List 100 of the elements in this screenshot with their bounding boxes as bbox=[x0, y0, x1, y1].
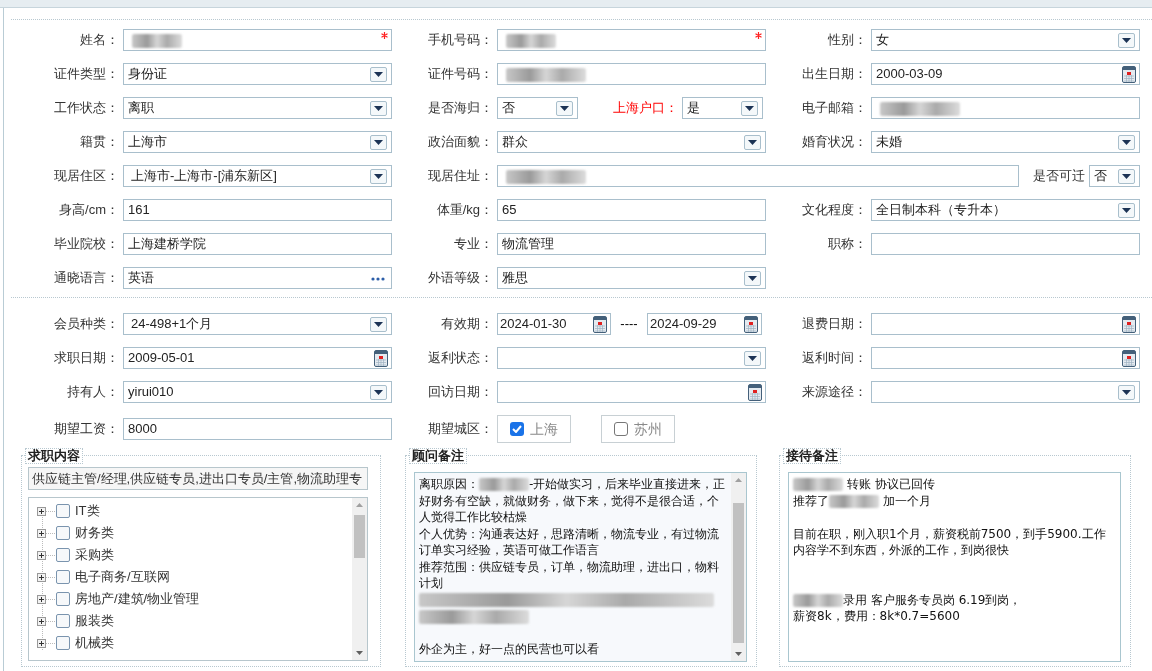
field-label: 手机号码： bbox=[428, 31, 493, 50]
field-label: 专业： bbox=[454, 235, 493, 254]
checkbox[interactable] bbox=[56, 504, 70, 518]
field-label: 回访日期： bbox=[428, 383, 493, 402]
field-label: 籍贯： bbox=[80, 133, 119, 152]
checkbox[interactable] bbox=[56, 526, 70, 540]
text-field[interactable]: 上海建桥学院 bbox=[123, 233, 392, 255]
field-label: 是否海归： bbox=[428, 99, 493, 118]
job-content-field[interactable]: 供应链主管/经理,供应链专员,进出口专员/主管,物流助理专 bbox=[28, 467, 368, 490]
calendar-icon[interactable] bbox=[744, 316, 758, 333]
select-field[interactable] bbox=[497, 347, 766, 369]
select-field[interactable]: 群众 bbox=[497, 131, 766, 153]
text-field[interactable] bbox=[871, 233, 1140, 255]
calendar-icon[interactable] bbox=[748, 384, 762, 401]
expand-icon[interactable] bbox=[37, 528, 46, 538]
text-field[interactable] bbox=[123, 29, 392, 51]
date-field[interactable]: 2009-05-01 bbox=[123, 347, 392, 369]
select-field[interactable]: 24-498+1个月 bbox=[123, 313, 392, 335]
expand-icon[interactable] bbox=[37, 506, 46, 516]
select-field[interactable]: 离职 bbox=[123, 97, 392, 119]
more-icon[interactable] bbox=[371, 277, 385, 281]
field-label: 上海户口： bbox=[613, 99, 678, 118]
checkbox-option[interactable]: 上海 bbox=[497, 415, 571, 443]
scrollbar-thumb[interactable] bbox=[354, 515, 365, 558]
tree-item-label[interactable]: 财务类 bbox=[75, 523, 114, 543]
calendar-icon[interactable] bbox=[1122, 350, 1136, 367]
date-field[interactable] bbox=[871, 313, 1140, 335]
date-field[interactable]: 2000-03-09 bbox=[871, 63, 1140, 85]
field-label: 期望工资： bbox=[54, 420, 119, 439]
checkbox[interactable] bbox=[56, 570, 70, 584]
field-label: 毕业院校： bbox=[54, 235, 119, 254]
text-field[interactable] bbox=[871, 97, 1140, 119]
checkbox[interactable] bbox=[56, 592, 70, 606]
tree-item-label[interactable]: 房地产/建筑/物业管理 bbox=[75, 589, 200, 609]
select-field[interactable]: 雅思 bbox=[497, 267, 766, 289]
blurred-text bbox=[793, 593, 843, 607]
expand-icon[interactable] bbox=[37, 594, 46, 604]
calendar-icon[interactable] bbox=[593, 316, 607, 333]
select-field[interactable]: 上海市-上海市-[浦东新区] bbox=[123, 165, 392, 187]
select-field[interactable]: 上海市 bbox=[123, 131, 392, 153]
calendar-icon[interactable] bbox=[1122, 66, 1136, 83]
text-field[interactable]: 8000 bbox=[123, 418, 392, 440]
field-label: 证件号码： bbox=[428, 65, 493, 84]
picker-field[interactable]: 英语 bbox=[123, 267, 392, 289]
checkbox-option[interactable]: 苏州 bbox=[601, 415, 675, 443]
field-label: 文化程度： bbox=[802, 201, 867, 220]
field-label: 性别： bbox=[828, 31, 867, 50]
tree-item-label[interactable]: 机械类 bbox=[75, 633, 114, 653]
checkbox[interactable] bbox=[510, 422, 524, 436]
select-field[interactable]: 否 bbox=[1089, 165, 1140, 187]
select-field[interactable]: 是 bbox=[682, 97, 763, 119]
select-field[interactable]: 否 bbox=[497, 97, 578, 119]
date-field[interactable] bbox=[871, 347, 1140, 369]
select-field[interactable] bbox=[871, 381, 1140, 403]
calendar-icon[interactable] bbox=[374, 350, 388, 367]
text-field[interactable]: 161 bbox=[123, 199, 392, 221]
select-field[interactable]: 全日制本科（专升本） bbox=[871, 199, 1140, 221]
checkbox[interactable] bbox=[614, 422, 628, 436]
scrollbar[interactable] bbox=[731, 473, 746, 661]
date-field[interactable] bbox=[497, 381, 766, 403]
tree-item-label[interactable]: IT类 bbox=[75, 501, 100, 521]
range-separator: ---- bbox=[619, 315, 639, 334]
field-label: 婚育状况： bbox=[802, 133, 867, 152]
field-label: 证件类型： bbox=[54, 65, 119, 84]
expand-icon[interactable] bbox=[37, 550, 46, 560]
tree-item-label[interactable]: 电子商务/互联网 bbox=[75, 567, 170, 587]
notes-textarea[interactable]: 离职原因： -开始做实习，后来毕业直接进来，正好财务有空缺，就做财务，做下来，觉得不是很合适，个人觉得工作比较枯燥 个人优势：沟通表达好，思路清晰，物流专业，有过物流订单实习经验，英语可做工作语言 推荐范围：供应链专员，订单，物流助理，进出口，物料计划 外企为主，好一点的民营也可以看 bbox=[414, 472, 747, 662]
date-field[interactable]: 2024-09-29 bbox=[647, 313, 762, 335]
field-label: 身高/cm： bbox=[59, 201, 119, 220]
text-field[interactable] bbox=[497, 165, 1019, 187]
field-label: 外语等级： bbox=[428, 269, 493, 288]
field-label: 政治面貌： bbox=[428, 133, 493, 152]
section-legend: 求职内容 bbox=[25, 448, 83, 464]
text-field[interactable] bbox=[497, 29, 766, 51]
tree-item-label[interactable]: 服装类 bbox=[75, 611, 114, 631]
checkbox[interactable] bbox=[56, 614, 70, 628]
field-label: 退费日期： bbox=[802, 315, 867, 334]
scrollbar-thumb[interactable] bbox=[733, 503, 744, 643]
scroll-down-icon[interactable] bbox=[735, 652, 742, 656]
text-field[interactable] bbox=[497, 63, 766, 85]
scrollbar[interactable] bbox=[352, 498, 367, 660]
field-label: 持有人： bbox=[67, 383, 119, 402]
checkbox[interactable] bbox=[56, 636, 70, 650]
expand-icon[interactable] bbox=[37, 616, 46, 626]
expand-icon[interactable] bbox=[37, 638, 46, 648]
checkbox[interactable] bbox=[56, 548, 70, 562]
text-field[interactable]: 物流管理 bbox=[497, 233, 766, 255]
notes-textarea[interactable]: 转账 协议已回传 推荐了 加一个月 目前在职，刚入职1个月，薪资税前7500，到手5900.工作内容学不到东西，外派的工作，到岗很快 录用 客户服务专员岗 6.19到岗， 薪资8k，费用：8k*0.7=5600 bbox=[788, 472, 1121, 662]
select-field[interactable]: 未婚 bbox=[871, 131, 1140, 153]
tree-item-label[interactable]: 采购类 bbox=[75, 545, 114, 565]
calendar-icon[interactable] bbox=[1122, 316, 1136, 333]
field-label: 体重/kg： bbox=[436, 201, 493, 220]
scroll-down-icon[interactable] bbox=[356, 651, 363, 655]
text-field[interactable]: 65 bbox=[497, 199, 766, 221]
blurred-text bbox=[479, 478, 529, 491]
date-field[interactable]: 2024-01-30 bbox=[497, 313, 611, 335]
select-field[interactable]: yirui010 bbox=[123, 381, 392, 403]
expand-icon[interactable] bbox=[37, 572, 46, 582]
select-field[interactable]: 身份证 bbox=[123, 63, 392, 85]
select-field[interactable]: 女 bbox=[871, 29, 1140, 51]
